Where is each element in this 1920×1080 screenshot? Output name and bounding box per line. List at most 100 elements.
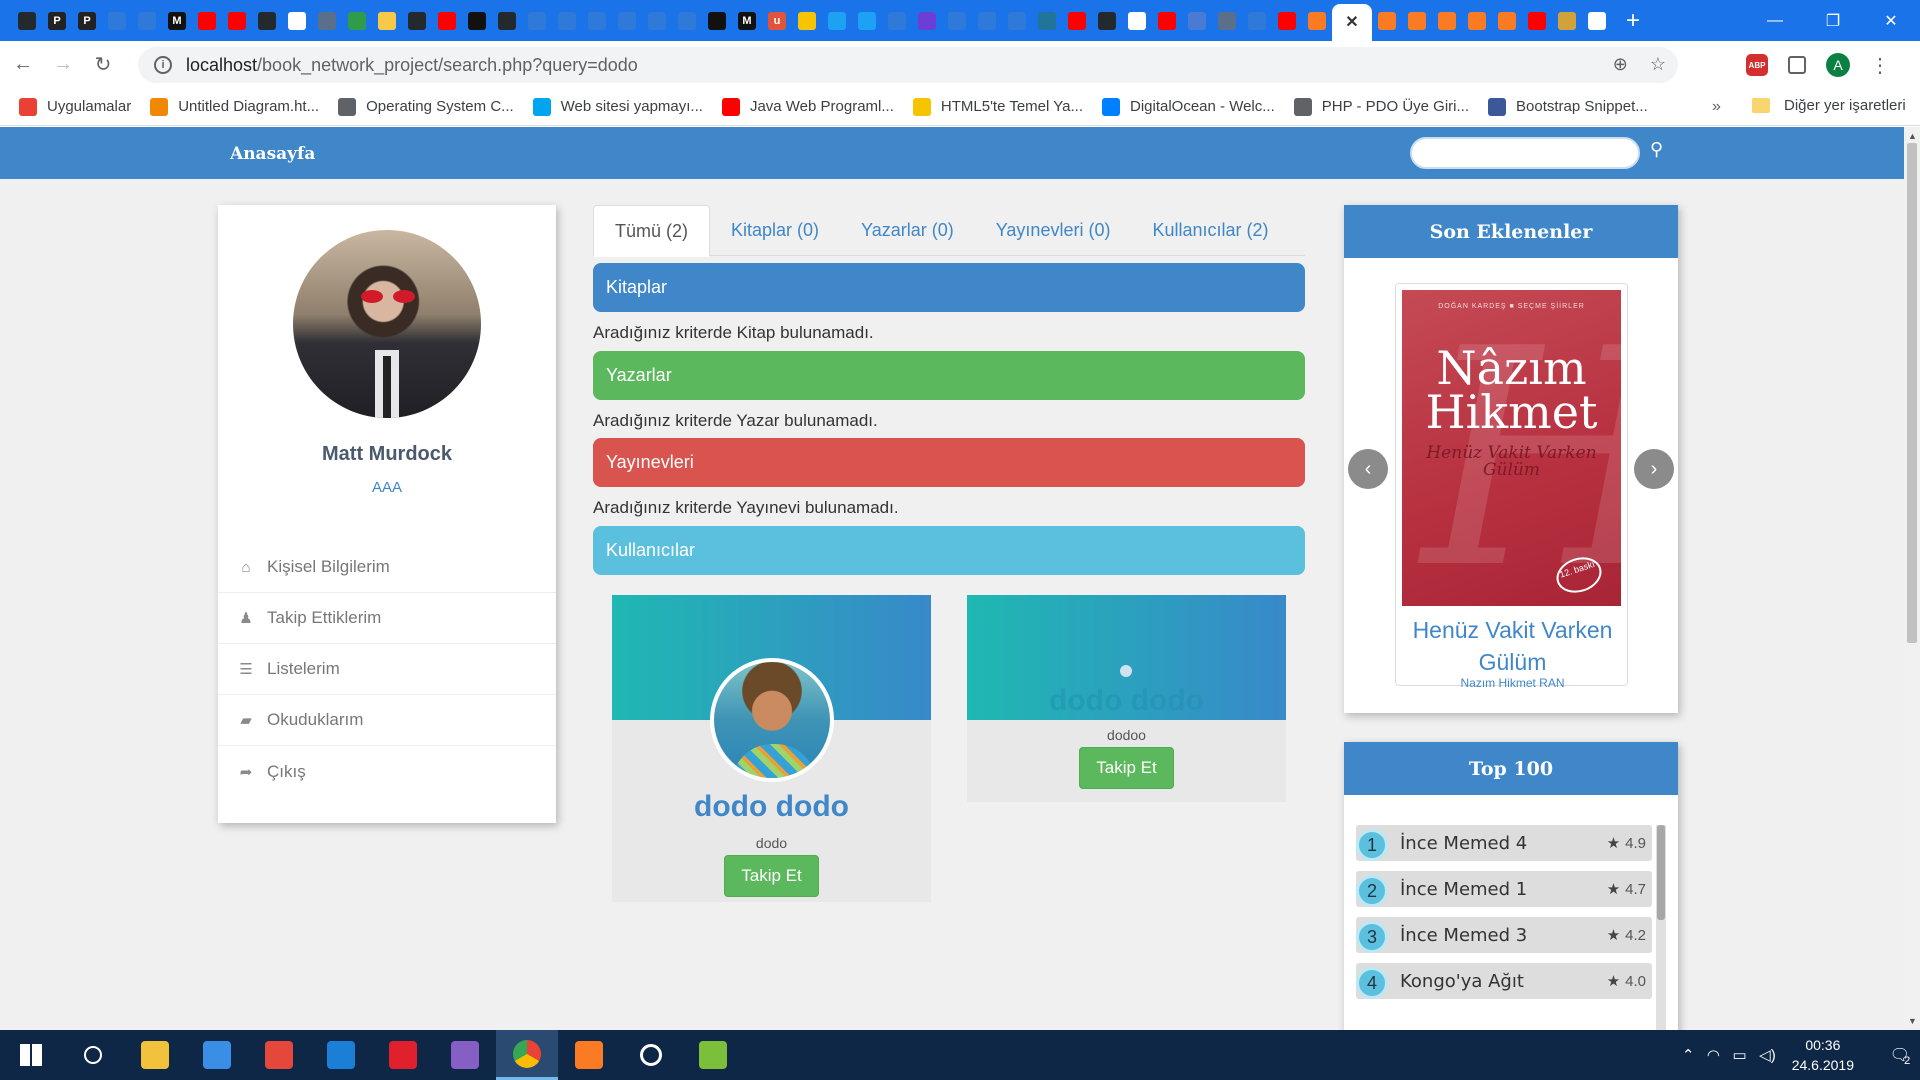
tab-tab[interactable] — [672, 0, 702, 41]
bookmark-item[interactable]: Web sitesi yapmayı... — [532, 97, 703, 116]
taskbar-app[interactable] — [248, 1030, 310, 1080]
bookmark-star-icon[interactable]: ☆ — [1650, 54, 1666, 75]
youtube-tab[interactable] — [432, 0, 462, 41]
books-section-header[interactable]: Kitaplar — [593, 263, 1305, 312]
tab-tab[interactable] — [912, 0, 942, 41]
google-tab[interactable] — [1122, 0, 1152, 41]
kebab-menu-icon[interactable]: ⋮ — [1870, 53, 1890, 78]
bookmark-item[interactable]: PHP - PDO Üye Giri... — [1293, 97, 1469, 116]
github-tab[interactable] — [1092, 0, 1122, 41]
tab-tab[interactable] — [612, 0, 642, 41]
results-tab[interactable]: Yayınevleri (0) — [975, 205, 1132, 256]
address-bar[interactable]: i localhost/book_network_project/search.… — [138, 47, 1678, 83]
bookmark-item[interactable]: Java Web Programl... — [721, 97, 894, 116]
back-icon[interactable]: ← — [6, 48, 40, 82]
results-tab[interactable]: Yazarlar (0) — [840, 205, 975, 256]
taskbar-opera[interactable] — [372, 1030, 434, 1080]
p-bookmark-2-tab[interactable]: P — [72, 0, 102, 41]
bookmark-item[interactable]: HTML5'te Temel Ya... — [912, 97, 1083, 116]
clock[interactable]: 00:36 24.6.2019 — [1792, 1035, 1854, 1075]
github-tab[interactable] — [12, 0, 42, 41]
tab-tab[interactable] — [642, 0, 672, 41]
taskbar-settings[interactable] — [620, 1030, 682, 1080]
tab-tab[interactable] — [882, 0, 912, 41]
top100-book-title[interactable]: İnce Memed 1 — [1400, 879, 1527, 900]
taskbar-start[interactable] — [0, 1030, 62, 1080]
github-tab[interactable] — [492, 0, 522, 41]
profile-handle[interactable]: AAA — [218, 479, 556, 496]
reload-icon[interactable]: ↻ — [86, 48, 120, 82]
minimize-icon[interactable]: — — [1746, 0, 1804, 41]
tab-tab[interactable] — [1182, 0, 1212, 41]
forward-icon[interactable]: → — [46, 48, 80, 82]
github-tab[interactable] — [252, 0, 282, 41]
xampp-tab[interactable] — [1302, 0, 1332, 41]
profile-menu-item[interactable]: ☰ Listelerim — [218, 644, 556, 695]
youtube-tab[interactable] — [192, 0, 222, 41]
user-name[interactable]: dodo dodo — [967, 684, 1286, 718]
carousel-next-icon[interactable]: › — [1634, 449, 1674, 489]
top100-row[interactable]: 3 İnce Memed 3 ★ 4.2 — [1356, 917, 1652, 953]
python-tab[interactable] — [372, 0, 402, 41]
xampp-tab[interactable] — [1372, 0, 1402, 41]
taskbar-file-explorer[interactable] — [124, 1030, 186, 1080]
xampp-tab[interactable] — [1402, 0, 1432, 41]
tab-tab[interactable] — [1552, 0, 1582, 41]
top100-book-title[interactable]: İnce Memed 3 — [1400, 925, 1527, 946]
github-tab[interactable] — [402, 0, 432, 41]
p-bookmark-tab[interactable]: P — [42, 0, 72, 41]
extension-icon[interactable] — [1788, 56, 1806, 74]
top100-book-title[interactable]: İnce Memed 4 — [1400, 833, 1527, 854]
youtube-tab[interactable] — [1272, 0, 1302, 41]
bookmark-item[interactable]: DigitalOcean - Welc... — [1101, 97, 1275, 116]
user-avatar[interactable] — [710, 658, 834, 782]
book-author[interactable]: Nazım Hikmet RAN — [1396, 676, 1629, 690]
other-bookmarks[interactable]: Diğer yer işaretleri — [1752, 97, 1906, 114]
home-link[interactable]: Anasayfa — [230, 144, 315, 164]
scroll-up-icon[interactable]: ▲ — [1908, 131, 1917, 141]
youtube-tab[interactable] — [1152, 0, 1182, 41]
tab-tab[interactable] — [1002, 0, 1032, 41]
tab-tab[interactable] — [942, 0, 972, 41]
taskbar-edge[interactable] — [310, 1030, 372, 1080]
tab-tab[interactable] — [792, 0, 822, 41]
taskbar-xampp[interactable] — [558, 1030, 620, 1080]
authors-section-header[interactable]: Yazarlar — [593, 351, 1305, 400]
results-tab[interactable]: Tümü (2) — [593, 205, 711, 257]
taskbar-search[interactable] — [62, 1030, 124, 1080]
tab-tab[interactable] — [1242, 0, 1272, 41]
youtube-tab[interactable] — [1062, 0, 1092, 41]
twitter-tab[interactable] — [852, 0, 882, 41]
twitter-tab[interactable] — [822, 0, 852, 41]
search-input[interactable] — [1412, 139, 1638, 167]
tab-tab[interactable] — [102, 0, 132, 41]
taskbar-chrome[interactable] — [496, 1030, 558, 1080]
carousel-prev-icon[interactable]: ‹ — [1348, 449, 1388, 489]
book-item[interactable]: H DOĞAN KARDEŞ ■ SEÇME ŞİİRLER Nâzım Hik… — [1395, 283, 1629, 690]
bookmark-item[interactable]: Untitled Diagram.ht... — [150, 97, 319, 116]
site-info-icon[interactable]: i — [154, 56, 172, 74]
zoom-icon[interactable]: ⊕ — [1613, 54, 1628, 75]
profile-menu-item[interactable]: ▰ Okuduklarım — [218, 695, 556, 746]
bookmarks-overflow[interactable]: » — [1712, 98, 1721, 116]
results-tab[interactable]: Kullanıcılar (2) — [1131, 205, 1289, 256]
top100-scrollbar[interactable] — [1656, 825, 1666, 1030]
tab-tab[interactable] — [1212, 0, 1242, 41]
book-title[interactable]: Henüz Vakit Varken Gülüm — [1396, 614, 1629, 678]
new-tab-icon[interactable]: + — [1626, 7, 1640, 35]
tab-tab[interactable] — [552, 0, 582, 41]
tab-tab[interactable] — [312, 0, 342, 41]
profile-menu-item[interactable]: ⌂ Kişisel Bilgilerim — [218, 542, 556, 593]
users-section-header[interactable]: Kullanıcılar — [593, 526, 1305, 575]
active-tab[interactable]: ✕ — [1332, 4, 1372, 41]
notification-icon[interactable]: 🗨 2 — [1880, 1030, 1920, 1080]
profile-avatar[interactable]: A — [1826, 53, 1850, 77]
top100-row[interactable]: 1 İnce Memed 4 ★ 4.9 — [1356, 825, 1652, 861]
tab-tab[interactable] — [582, 0, 612, 41]
adblock-icon[interactable]: ABP — [1746, 54, 1768, 76]
close-window-icon[interactable]: ✕ — [1862, 0, 1920, 41]
profile-menu-item[interactable]: ♟ Takip Ettiklerim — [218, 593, 556, 644]
tab-tab[interactable] — [972, 0, 1002, 41]
tab-tab[interactable] — [702, 0, 732, 41]
scroll-thumb[interactable] — [1907, 143, 1917, 643]
